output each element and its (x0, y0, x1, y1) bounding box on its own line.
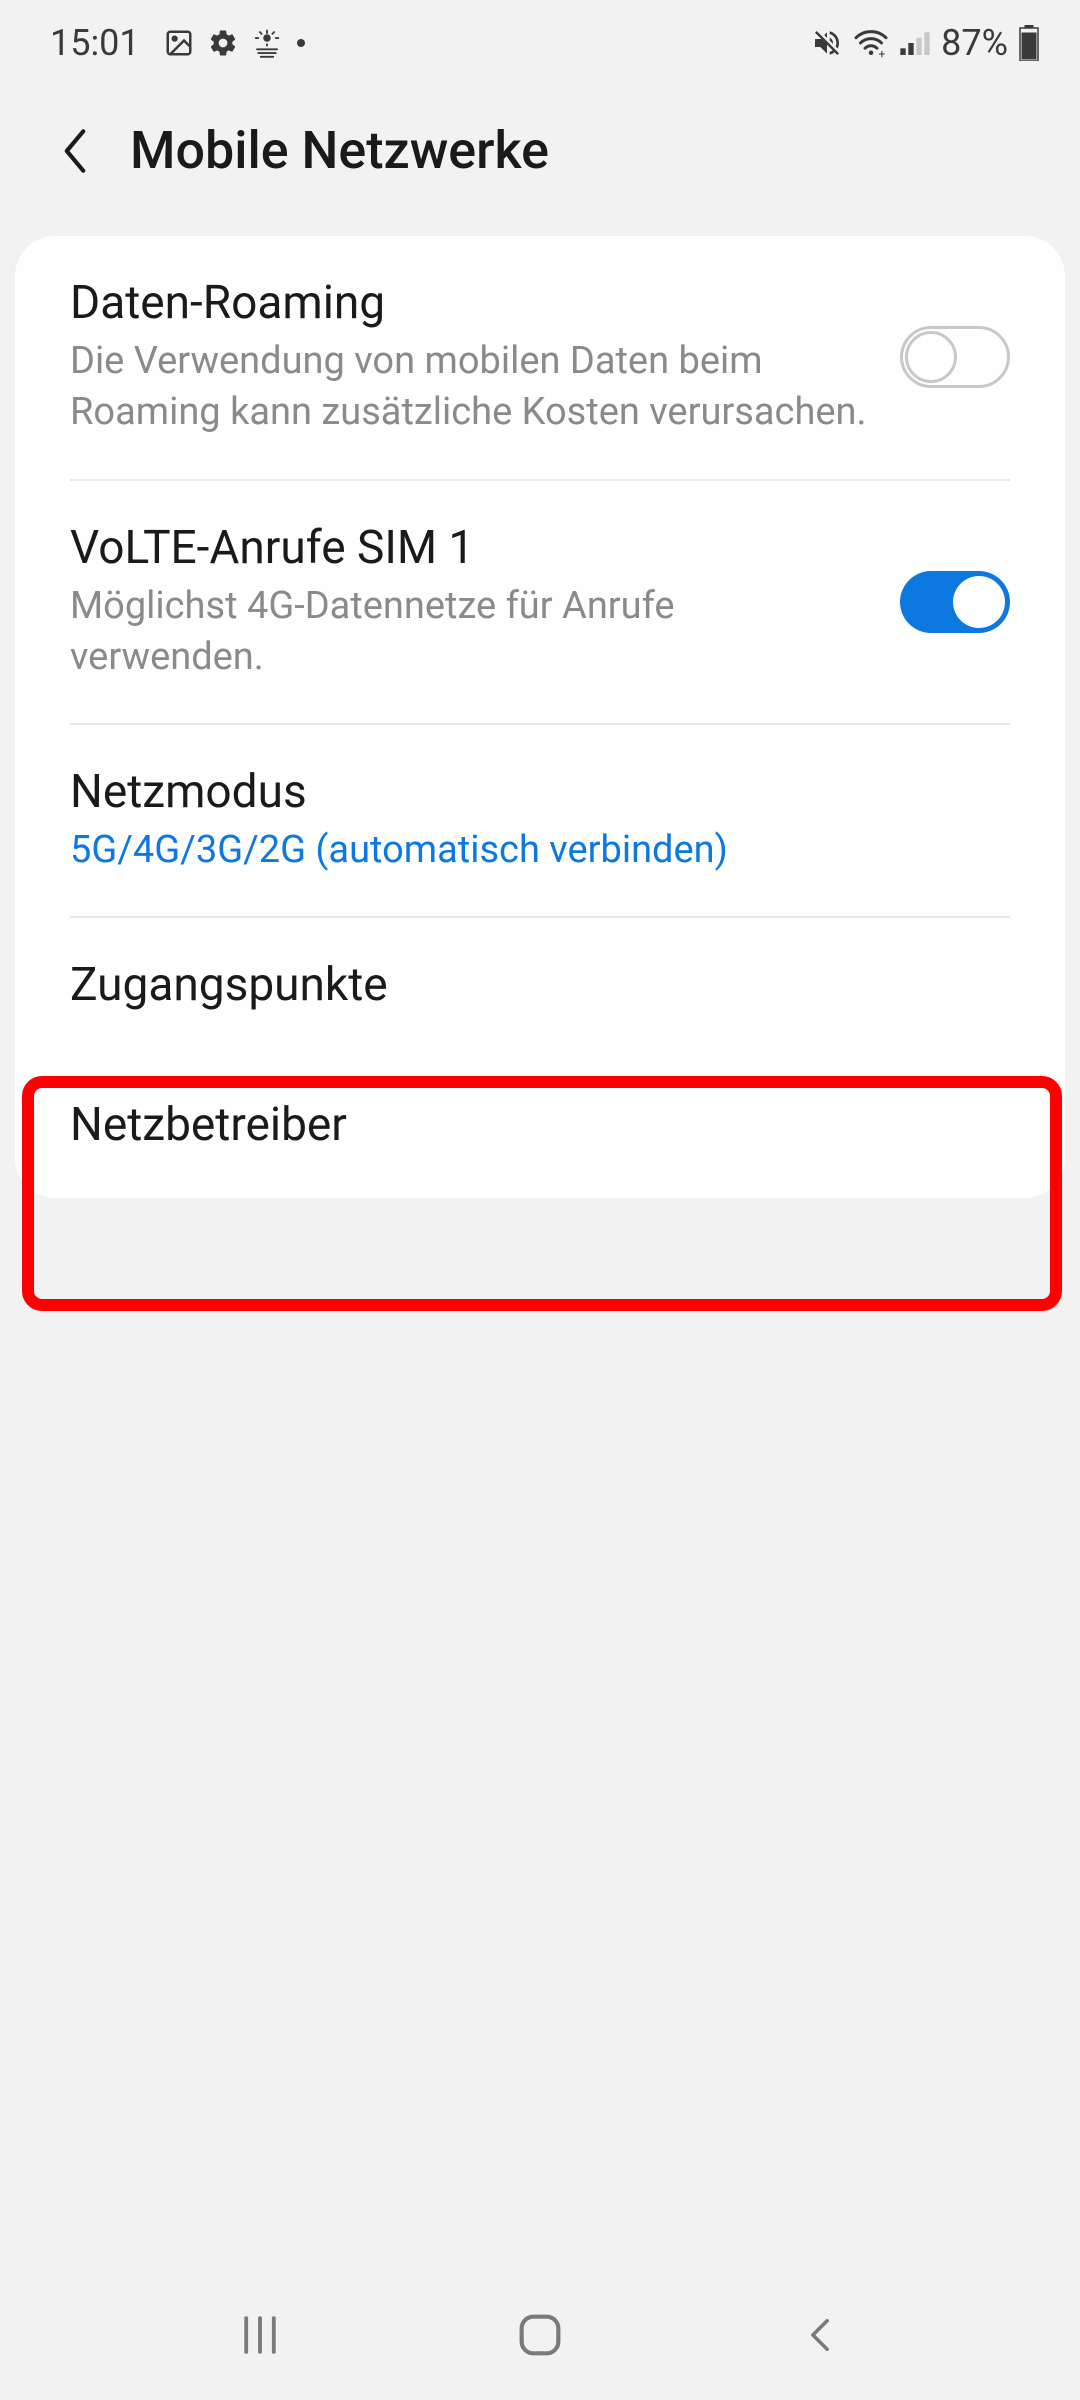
settings-list: Daten-Roaming Die Verwendung von mobilen… (15, 236, 1065, 1198)
recents-button[interactable] (230, 2305, 290, 2365)
wifi-icon: + (853, 28, 889, 58)
setting-subtitle: Möglichst 4G-Datennetze für Anrufe verwe… (70, 581, 870, 684)
signal-icon (899, 29, 931, 57)
app-bar: Mobile Netzwerke (0, 80, 1080, 236)
setting-subtitle: 5G/4G/3G/2G (automatisch verbinden) (70, 825, 1010, 876)
mute-icon (811, 27, 843, 59)
weather-icon (252, 28, 282, 58)
setting-network-operators[interactable]: Netzbetreiber (15, 1058, 1065, 1198)
image-icon (164, 28, 194, 58)
back-button[interactable] (55, 131, 95, 171)
setting-data-roaming[interactable]: Daten-Roaming Die Verwendung von mobilen… (15, 236, 1065, 479)
setting-subtitle: Die Verwendung von mobilen Daten beim Ro… (70, 336, 870, 439)
setting-title: Zugangspunkte (70, 958, 1010, 1012)
setting-access-points[interactable]: Zugangspunkte (15, 918, 1065, 1058)
setting-network-mode[interactable]: Netzmodus 5G/4G/3G/2G (automatisch verbi… (15, 725, 1065, 916)
svg-text:+: + (879, 47, 886, 58)
setting-title: Daten-Roaming (70, 276, 870, 330)
navigation-bar (0, 2270, 1080, 2400)
back-nav-button[interactable] (790, 2305, 850, 2365)
setting-title: Netzbetreiber (70, 1098, 1010, 1152)
status-left: 15:01 (50, 22, 306, 64)
status-time: 15:01 (50, 22, 140, 64)
setting-volte[interactable]: VoLTE-Anrufe SIM 1 Möglichst 4G-Datennet… (15, 481, 1065, 724)
setting-title: VoLTE-Anrufe SIM 1 (70, 521, 870, 575)
toggle-volte[interactable] (900, 571, 1010, 633)
battery-icon (1018, 25, 1040, 61)
status-bar: 15:01 + 87% (0, 0, 1080, 80)
status-right: + 87% (811, 22, 1040, 64)
setting-title: Netzmodus (70, 765, 1010, 819)
page-title: Mobile Netzwerke (130, 120, 549, 181)
home-button[interactable] (510, 2305, 570, 2365)
gear-icon (208, 28, 238, 58)
battery-percentage: 87% (941, 22, 1008, 64)
dot-icon (296, 38, 306, 48)
toggle-data-roaming[interactable] (900, 326, 1010, 388)
